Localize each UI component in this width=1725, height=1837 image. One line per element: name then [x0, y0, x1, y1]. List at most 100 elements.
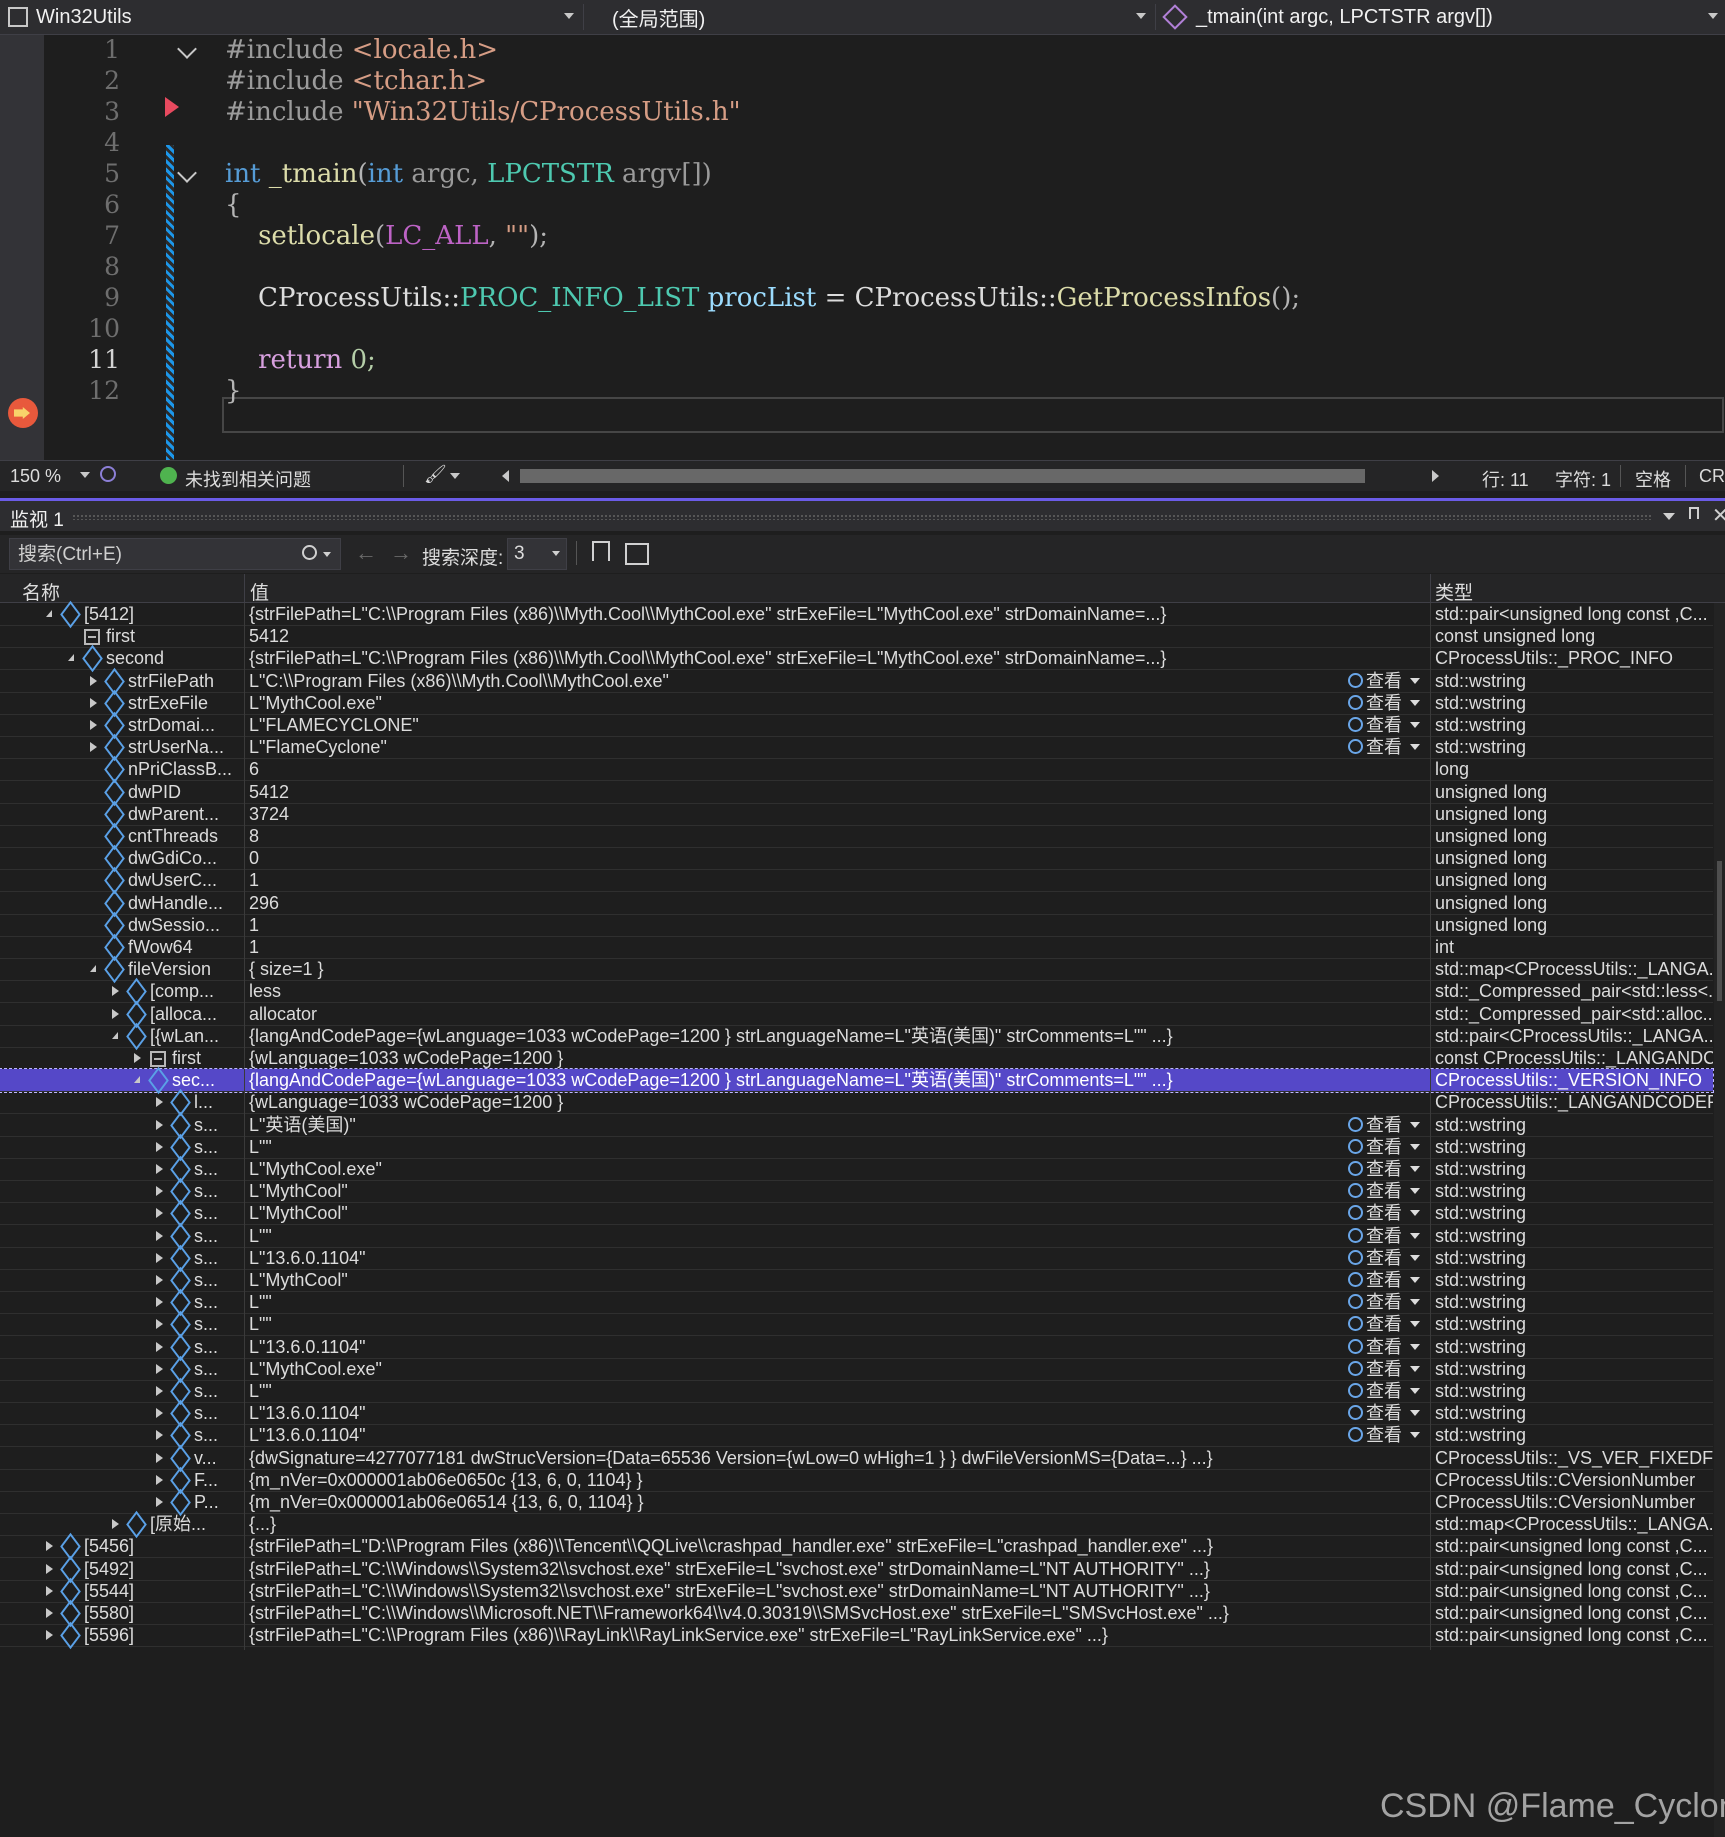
view-visualizer-button[interactable]: 查看 [1348, 714, 1428, 736]
watch-value[interactable]: {strFilePath=L"C:\\Program Files (x86)\\… [249, 1624, 1427, 1646]
watch-row[interactable]: s... L"MythCool" 查看 std::wstring [0, 1199, 1713, 1228]
scrollbar-thumb[interactable] [1717, 861, 1722, 1001]
watch-row[interactable]: s... L"MythCool" 查看 std::wstring [0, 1266, 1713, 1295]
watch-row[interactable]: dwGdiCo... 0 unsigned long [0, 844, 1713, 873]
column-header-type[interactable]: 类型 [1435, 578, 1473, 605]
expand-arrow-icon[interactable] [90, 698, 97, 708]
line-indicator[interactable]: 行: 11 [1482, 466, 1529, 492]
fold-collapse-icon[interactable] [177, 39, 197, 59]
chevron-down-icon[interactable] [1410, 1166, 1420, 1172]
watch-value[interactable]: L"" [249, 1380, 1339, 1402]
watch-window-title[interactable]: 监视 1 [10, 505, 64, 532]
view-visualizer-button[interactable]: 查看 [1348, 1358, 1428, 1380]
watch-value[interactable]: L"MythCool.exe" [249, 1158, 1339, 1180]
watch-value[interactable]: less [249, 980, 1427, 1002]
chevron-down-icon[interactable] [1410, 1255, 1420, 1261]
view-visualizer-button[interactable]: 查看 [1348, 1225, 1428, 1247]
column-header-name[interactable]: 名称 [22, 578, 60, 605]
code-line[interactable]: 12} [0, 373, 1725, 409]
watch-row[interactable]: F... {m_nVer=0x000001ab06e0650c {13, 6, 0… [0, 1466, 1713, 1495]
expand-arrow-icon[interactable] [156, 1319, 163, 1329]
chevron-down-icon[interactable] [1410, 1410, 1420, 1416]
watch-row[interactable]: [原始... {...} std::map<CProcessUtils::_LANG… [0, 1510, 1713, 1539]
expand-arrow-icon[interactable] [156, 1097, 163, 1107]
watch-row[interactable]: dwUserC... 1 unsigned long [0, 866, 1713, 895]
watch-value[interactable]: 1 [249, 914, 1427, 936]
expand-arrow-icon[interactable] [46, 1608, 53, 1618]
watch-row[interactable]: [5456] {strFilePath=L"D:\\Program Files (… [0, 1532, 1713, 1561]
expand-arrow-icon[interactable] [156, 1453, 163, 1463]
watch-value[interactable]: L"" [249, 1313, 1339, 1335]
project-dropdown[interactable]: Win32Utils [8, 2, 578, 32]
watch-row[interactable]: fWow64 1 int [0, 933, 1713, 962]
watch-row[interactable]: [5596] {strFilePath=L"C:\\Program Files (… [0, 1621, 1713, 1650]
watch-value[interactable]: {...} [249, 1513, 1427, 1535]
column-header-value[interactable]: 值 [250, 578, 269, 605]
collapse-arrow-icon[interactable] [46, 610, 52, 617]
view-visualizer-button[interactable]: 查看 [1348, 692, 1428, 714]
pin-watch-icon[interactable] [592, 541, 610, 561]
view-visualizer-button[interactable]: 查看 [1348, 1291, 1428, 1313]
watch-row[interactable]: [{wLan... {langAndCodePage={wLanguage=103… [0, 1022, 1713, 1051]
chevron-down-icon[interactable] [1410, 1321, 1420, 1327]
watch-value[interactable]: L"C:\\Program Files (x86)\\Myth.Cool\\My… [249, 670, 1339, 692]
watch-row[interactable]: [comp... less std::_Compressed_pair<std::l… [0, 977, 1713, 1006]
char-indicator[interactable]: 字符: 1 [1555, 466, 1611, 492]
code-editor[interactable]: 1 #include <locale.h> 2 #include <tchar.h> 3… [0, 35, 1725, 460]
view-visualizer-button[interactable]: 查看 [1348, 1202, 1428, 1224]
expand-arrow-icon[interactable] [46, 1586, 53, 1596]
watch-value[interactable]: {strFilePath=L"C:\\Windows\\System32\\sv… [249, 1558, 1427, 1580]
expand-arrow-icon[interactable] [156, 1364, 163, 1374]
watch-value[interactable]: {strFilePath=L"C:\\Windows\\System32\\sv… [249, 1580, 1427, 1602]
chevron-down-icon[interactable] [1410, 1388, 1420, 1394]
watch-row[interactable]: s... L"MythCool" 查看 std::wstring [0, 1177, 1713, 1206]
watch-value[interactable]: {langAndCodePage={wLanguage=1033 wCodePa… [249, 1069, 1427, 1091]
watch-value[interactable]: {wLanguage=1033 wCodePage=1200 } [249, 1091, 1427, 1113]
search-depth-select[interactable]: 3 [507, 538, 567, 570]
watch-row[interactable]: s... L"" 查看 std::wstring [0, 1377, 1713, 1406]
watch-row[interactable]: s... L"" 查看 std::wstring [0, 1133, 1713, 1162]
chevron-down-icon[interactable] [1410, 1432, 1420, 1438]
watch-value[interactable]: {wLanguage=1033 wCodePage=1200 } [249, 1047, 1427, 1069]
watch-value[interactable]: {strFilePath=L"D:\\Program Files (x86)\\… [249, 1535, 1427, 1557]
expand-arrow-icon[interactable] [156, 1186, 163, 1196]
chevron-down-icon[interactable] [1410, 1366, 1420, 1372]
window-menu-dropdown-icon[interactable] [1663, 513, 1675, 520]
watch-row[interactable]: P... {m_nVer=0x000001ab06e06514 {13, 6, 0… [0, 1488, 1713, 1517]
watch-row[interactable]: s... L"13.6.0.1104" 查看 std::wstring [0, 1421, 1713, 1450]
watch-value[interactable]: 6 [249, 758, 1427, 780]
expand-arrow-icon[interactable] [156, 1253, 163, 1263]
expand-arrow-icon[interactable] [156, 1275, 163, 1285]
watch-value[interactable]: L"FlameCyclone" [249, 736, 1339, 758]
chevron-down-icon[interactable] [80, 472, 90, 478]
chevron-down-icon[interactable] [1410, 700, 1420, 706]
expand-arrow-icon[interactable] [112, 986, 119, 996]
hex-display-icon[interactable] [625, 543, 649, 565]
expand-arrow-icon[interactable] [156, 1408, 163, 1418]
view-visualizer-button[interactable]: 查看 [1348, 670, 1428, 692]
watch-value[interactable]: { size=1 } [249, 958, 1427, 980]
drag-grip[interactable] [72, 514, 1652, 520]
watch-value[interactable]: L"" [249, 1225, 1339, 1247]
watch-value[interactable]: {langAndCodePage={wLanguage=1033 wCodePa… [249, 1025, 1427, 1047]
watch-row[interactable]: dwPID 5412 unsigned long [0, 778, 1713, 807]
whitespace-indicator[interactable]: 空格 [1635, 466, 1671, 492]
column-divider[interactable] [1430, 574, 1431, 602]
expand-arrow-icon[interactable] [46, 1564, 53, 1574]
watch-row[interactable]: l... {wLanguage=1033 wCodePage=1200 } CPro… [0, 1088, 1713, 1117]
watch-value[interactable]: L"英语(美国)" [249, 1114, 1339, 1136]
expand-arrow-icon[interactable] [156, 1297, 163, 1307]
expand-arrow-icon[interactable] [156, 1342, 163, 1352]
view-visualizer-button[interactable]: 查看 [1348, 1336, 1428, 1358]
function-dropdown[interactable]: _tmain(int argc, LPCTSTR argv[]) [1162, 2, 1722, 32]
vertical-scrollbar[interactable] [1714, 603, 1725, 1837]
watch-row[interactable]: s... L"MythCool.exe" 查看 std::wstring [0, 1155, 1713, 1184]
watch-row[interactable]: first 5412 const unsigned long [0, 625, 1713, 651]
chevron-down-icon[interactable] [1410, 1299, 1420, 1305]
watch-row[interactable]: fileVersion{ size=1 } std::map<CProcessUt… [0, 955, 1713, 984]
watch-row[interactable]: strDomai... L"FLAMECYCLONE" 查看 std::wstring [0, 711, 1713, 740]
chevron-down-icon[interactable] [323, 552, 331, 557]
watch-row[interactable]: s... L"" 查看 std::wstring [0, 1222, 1713, 1251]
view-visualizer-button[interactable]: 查看 [1348, 1402, 1428, 1424]
expand-arrow-icon[interactable] [156, 1430, 163, 1440]
